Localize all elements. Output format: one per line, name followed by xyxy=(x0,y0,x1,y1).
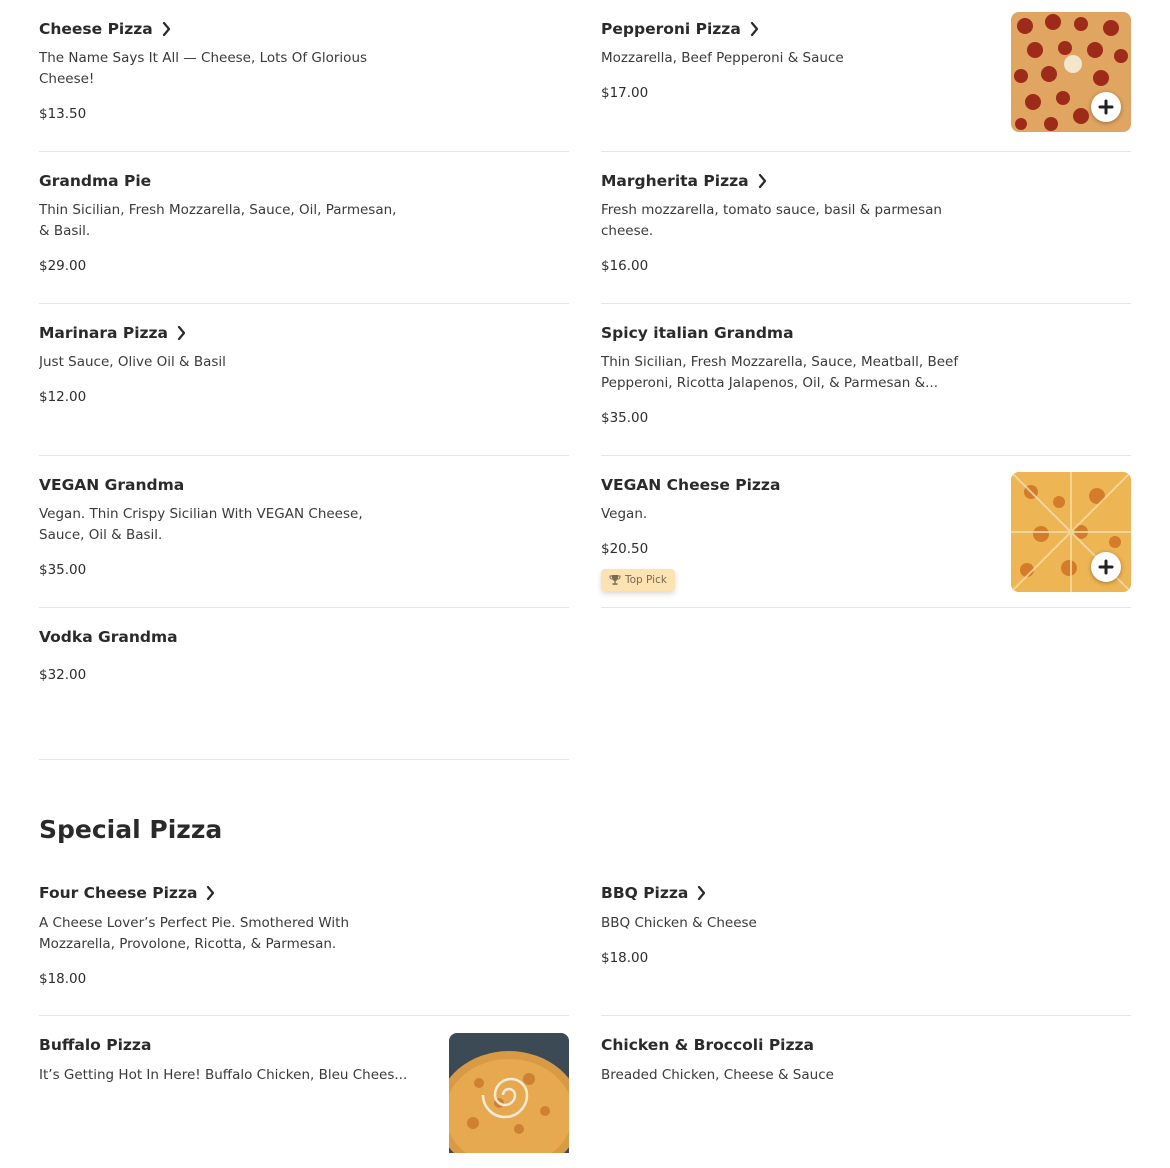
chevron-right-icon xyxy=(207,886,215,900)
item-description: Fresh mozzarella, tomato sauce, basil & … xyxy=(601,202,942,239)
plus-icon xyxy=(1098,99,1114,115)
item-price: $35.00 xyxy=(601,410,649,426)
add-to-cart-button[interactable] xyxy=(1091,552,1121,582)
menu-grid-top: Cheese Pizza The Name Says It All — Chee… xyxy=(39,0,1131,760)
item-price: $17.00 xyxy=(601,85,649,101)
menu-item-grandma-pie[interactable]: Grandma Pie Thin Sicilian, Fresh Mozzare… xyxy=(39,152,569,304)
item-description: Vegan. xyxy=(601,506,648,522)
menu-item-chicken-broccoli-pizza[interactable]: Chicken & Broccoli Pizza Breaded Chicken… xyxy=(601,1016,1131,1168)
item-title: BBQ Pizza xyxy=(601,884,706,902)
chevron-right-icon xyxy=(177,326,186,340)
menu-item-marinara-pizza[interactable]: Marinara Pizza Just Sauce, Olive Oil & B… xyxy=(39,304,569,456)
menu-item-four-cheese-pizza[interactable]: Four Cheese Pizza A Cheese Lover’s Perfe… xyxy=(39,864,569,1016)
menu-item-bbq-pizza[interactable]: BBQ Pizza BBQ Chicken & Cheese $18.00 xyxy=(601,864,1131,1016)
item-description: Breaded Chicken, Cheese & Sauce xyxy=(601,1067,834,1083)
item-price: $29.00 xyxy=(39,258,87,274)
item-title: Margherita Pizza xyxy=(601,172,767,190)
chevron-right-icon xyxy=(698,886,706,900)
item-price: $13.50 xyxy=(39,106,87,122)
item-price: $18.00 xyxy=(39,971,87,987)
chevron-right-icon xyxy=(758,174,766,188)
item-title: Four Cheese Pizza xyxy=(39,884,215,902)
item-description: The Name Says It All — Cheese, Lots Of G… xyxy=(39,50,368,87)
item-price: $35.00 xyxy=(39,562,87,578)
item-description: Vegan. Thin Crispy Sicilian With VEGAN C… xyxy=(39,506,363,543)
add-to-cart-button[interactable] xyxy=(1091,92,1121,122)
item-title: Vodka Grandma xyxy=(39,628,178,646)
pepperoni-pizza-photo[interactable] xyxy=(1011,12,1131,132)
cheese-pizza-photo[interactable] xyxy=(1011,472,1131,592)
menu-item-vegan-grandma[interactable]: VEGAN Grandma Vegan. Thin Crispy Sicilia… xyxy=(39,456,569,608)
item-description: Mozzarella, Beef Pepperoni & Sauce xyxy=(601,50,844,66)
item-price: $12.00 xyxy=(39,389,87,405)
menu-item-margherita-pizza[interactable]: Margherita Pizza Fresh mozzarella, tomat… xyxy=(601,152,1131,304)
section-title-special-pizza: Special Pizza xyxy=(39,815,223,844)
item-title: Spicy italian Grandma xyxy=(601,324,794,342)
item-description: It’s Getting Hot In Here! Buffalo Chicke… xyxy=(39,1067,408,1083)
item-title: Marinara Pizza xyxy=(39,324,186,342)
menu-item-cheese-pizza[interactable]: Cheese Pizza The Name Says It All — Chee… xyxy=(39,0,569,152)
item-title: VEGAN Cheese Pizza xyxy=(601,476,781,494)
menu-grid-special: Four Cheese Pizza A Cheese Lover’s Perfe… xyxy=(39,864,1131,1168)
menu-item-buffalo-pizza[interactable]: Buffalo Pizza It’s Getting Hot In Here! … xyxy=(39,1016,569,1168)
item-title: Cheese Pizza xyxy=(39,20,171,38)
item-description: BBQ Chicken & Cheese xyxy=(601,915,757,931)
item-description: Thin Sicilian, Fresh Mozzarella, Sauce, … xyxy=(39,202,397,239)
item-title: Grandma Pie xyxy=(39,172,152,190)
item-title: Chicken & Broccoli Pizza xyxy=(601,1036,814,1054)
chevron-right-icon xyxy=(750,22,758,36)
item-title: Buffalo Pizza xyxy=(39,1036,152,1054)
chevron-right-icon xyxy=(162,22,170,36)
item-description: A Cheese Lover’s Perfect Pie. Smothered … xyxy=(39,915,350,952)
menu-item-vodka-grandma[interactable]: Vodka Grandma $32.00 xyxy=(39,608,569,760)
top-pick-badge: Top Pick xyxy=(601,569,675,591)
item-description: Thin Sicilian, Fresh Mozzarella, Sauce, … xyxy=(601,354,959,391)
trophy-icon xyxy=(609,575,621,585)
item-title: VEGAN Grandma xyxy=(39,476,185,494)
item-price: $18.00 xyxy=(601,950,649,966)
item-description: Just Sauce, Olive Oil & Basil xyxy=(39,354,226,370)
item-price: $16.00 xyxy=(601,258,649,274)
plus-icon xyxy=(1098,559,1114,575)
item-price: $32.00 xyxy=(39,667,87,683)
menu-item-spicy-italian-grandma[interactable]: Spicy italian Grandma Thin Sicilian, Fre… xyxy=(601,304,1131,456)
item-title: Pepperoni Pizza xyxy=(601,20,759,38)
menu-item-pepperoni-pizza[interactable]: Pepperoni Pizza Mozzarella, Beef Peppero… xyxy=(601,0,1131,152)
buffalo-pizza-photo[interactable] xyxy=(449,1033,569,1153)
menu-item-vegan-cheese-pizza[interactable]: VEGAN Cheese Pizza Vegan. $20.50 Top Pic… xyxy=(601,456,1131,608)
item-price: $20.50 xyxy=(601,541,649,557)
